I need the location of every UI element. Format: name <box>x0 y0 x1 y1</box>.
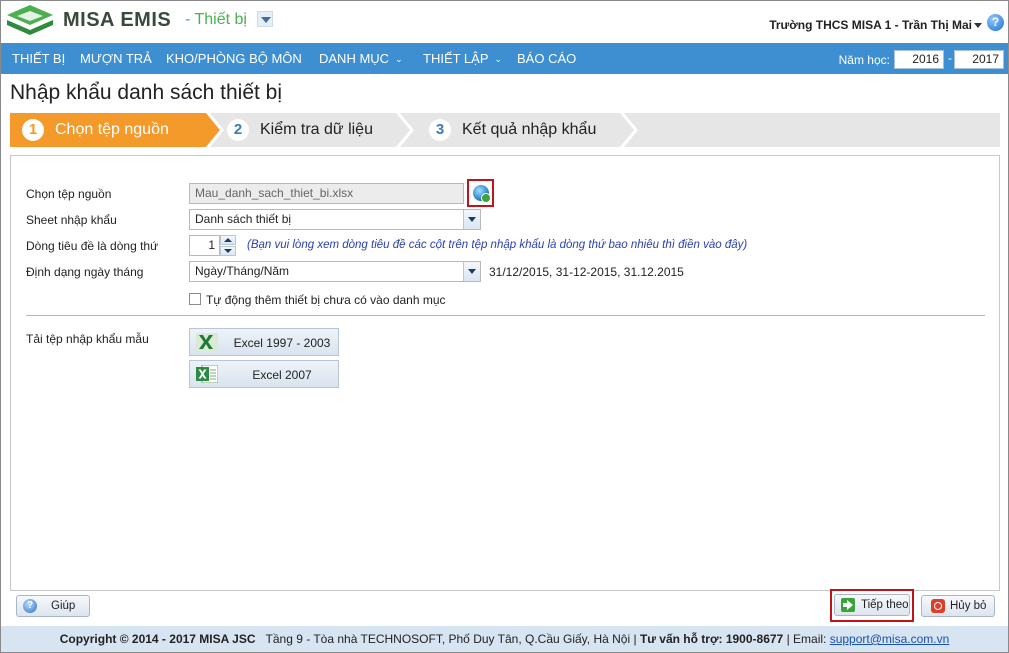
nav-item-thiet-lap[interactable]: THIẾT LẬP ⌄ <box>423 43 502 74</box>
footer-address: Tầng 9 - Tòa nhà TECHNOSOFT, Phố Duy Tân… <box>265 632 637 646</box>
excel-2003-label: Excel 1997 - 2003 <box>233 336 331 350</box>
excel-2007-label: Excel 2007 <box>252 368 312 382</box>
cancel-icon <box>931 599 945 613</box>
help-icon[interactable]: ? <box>987 14 1004 31</box>
footer-copyright: Copyright © 2014 - 2017 MISA JSC <box>59 632 256 646</box>
sheet-select-value: Danh sách thiết bị <box>195 212 292 226</box>
module-switch-chevron-icon[interactable] <box>257 11 273 27</box>
help-button[interactable]: ? Giúp <box>16 595 90 617</box>
step-label: Kết quả nhập khẩu <box>462 121 597 138</box>
step-number: 1 <box>22 119 44 141</box>
source-file-input[interactable]: Mau_danh_sach_thiet_bi.xlsx <box>189 183 464 204</box>
header-row-label: Dòng tiêu đề là dòng thứ <box>26 239 159 253</box>
date-format-examples: 31/12/2015, 31-12-2015, 31.12.2015 <box>489 265 684 279</box>
next-button-label: Tiếp theo <box>861 599 909 611</box>
page-title: Nhập khẩu danh sách thiết bị <box>10 81 283 104</box>
step-choose-source: 1 Chọn tệp nguồn <box>10 113 206 147</box>
year-from-input[interactable]: 2016 <box>894 50 944 69</box>
next-button[interactable]: Tiếp theo <box>834 594 910 616</box>
step-check-data: 2 Kiểm tra dữ liệu <box>224 113 396 147</box>
nav-item-label: THIẾT LẬP <box>423 51 489 66</box>
user-menu-caret-icon[interactable] <box>974 23 982 28</box>
auto-add-label[interactable]: Tự động thêm thiết bị chưa có vào danh m… <box>206 293 446 307</box>
source-file-label: Chọn tệp nguồn <box>26 187 112 201</box>
header-row-hint: (Bạn vui lòng xem dòng tiêu đề các cột t… <box>247 239 748 251</box>
footer-email-prefix: | Email: <box>786 632 827 646</box>
chevron-down-icon[interactable] <box>463 262 480 281</box>
template-label: Tải tệp nhập khẩu mẫu <box>26 332 149 346</box>
nav-item-label: KHO/PHÒNG BỘ MÔN <box>166 51 302 66</box>
app-name: MISA EMIS <box>63 9 172 31</box>
module-name[interactable]: - Thiết bị <box>185 11 247 29</box>
school-year-label: Năm học: <box>838 53 890 67</box>
main-nav: THIẾT BỊ MƯỢN TRẢ KHO/PHÒNG BỘ MÔN DANH … <box>1 43 1008 74</box>
footer-hotline: Tư vấn hỗ trợ: 1900-8677 <box>639 632 784 646</box>
sheet-select[interactable]: Danh sách thiết bị <box>189 209 481 230</box>
nav-item-thiet-bi[interactable]: THIẾT BỊ <box>12 43 65 74</box>
nav-item-label: DANH MỤC <box>319 51 390 66</box>
sheet-label: Sheet nhập khẩu <box>26 213 117 227</box>
step-import-result: 3 Kết quả nhập khẩu <box>414 113 620 147</box>
nav-item-label: THIẾT BỊ <box>12 51 66 66</box>
browse-globe-icon <box>473 185 491 203</box>
header-row-stepper[interactable]: 1 <box>189 235 236 256</box>
section-divider <box>26 315 985 316</box>
download-excel-2003-button[interactable]: Excel 1997 - 2003 <box>189 328 339 356</box>
step-number: 3 <box>429 119 451 141</box>
nav-item-danh-muc[interactable]: DANH MỤC ⌄ <box>319 43 403 74</box>
help-button-label: Giúp <box>51 600 76 612</box>
cancel-button[interactable]: Hủy bỏ <box>921 595 995 617</box>
step-label: Chọn tệp nguồn <box>55 121 169 138</box>
step-label: Kiểm tra dữ liệu <box>260 121 373 138</box>
date-format-value: Ngày/Tháng/Năm <box>195 264 290 278</box>
step-number: 2 <box>227 119 249 141</box>
download-excel-2007-button[interactable]: Excel 2007 <box>189 360 339 388</box>
date-format-select[interactable]: Ngày/Tháng/Năm <box>189 261 481 282</box>
misa-logo-icon <box>7 5 53 35</box>
header-row-value[interactable]: 1 <box>189 235 220 256</box>
chevron-down-icon[interactable] <box>463 210 480 229</box>
date-format-label: Định dạng ngày tháng <box>26 265 144 279</box>
nav-item-muon-tra[interactable]: MƯỢN TRẢ <box>80 43 152 74</box>
nav-item-label: MƯỢN TRẢ <box>80 51 152 66</box>
import-form-panel: Chọn tệp nguồn Mau_danh_sach_thiet_bi.xl… <box>10 155 1000 591</box>
nav-item-label: BÁO CÁO <box>517 51 577 66</box>
nav-item-bao-cao[interactable]: BÁO CÁO <box>517 43 576 74</box>
help-circle-icon: ? <box>23 599 37 613</box>
cancel-button-label: Hủy bỏ <box>950 600 987 612</box>
nav-item-kho-phong-bo-mon[interactable]: KHO/PHÒNG BỘ MÔN <box>166 43 302 74</box>
year-separator: - <box>948 51 952 65</box>
chevron-down-icon: ⌄ <box>494 54 503 65</box>
wizard-steps: 1 Chọn tệp nguồn 2 Kiểm tra dữ liệu 3 Kế… <box>10 113 1000 147</box>
stepper-down-icon[interactable] <box>220 246 236 256</box>
stepper-up-icon[interactable] <box>220 235 236 245</box>
arrow-right-icon <box>841 598 855 612</box>
auto-add-checkbox[interactable] <box>189 293 201 305</box>
footer-email-link[interactable]: support@misa.com.vn <box>830 632 950 646</box>
year-to-input[interactable]: 2017 <box>954 50 1004 69</box>
app-header: MISA EMIS - Thiết bị Trường THCS MISA 1 … <box>1 1 1008 43</box>
footer: Copyright © 2014 - 2017 MISA JSC Tầng 9 … <box>1 626 1008 652</box>
user-info[interactable]: Trường THCS MISA 1 - Trần Thị Mai <box>769 18 972 32</box>
browse-file-button[interactable] <box>467 179 494 207</box>
chevron-down-icon: ⌄ <box>395 54 403 65</box>
